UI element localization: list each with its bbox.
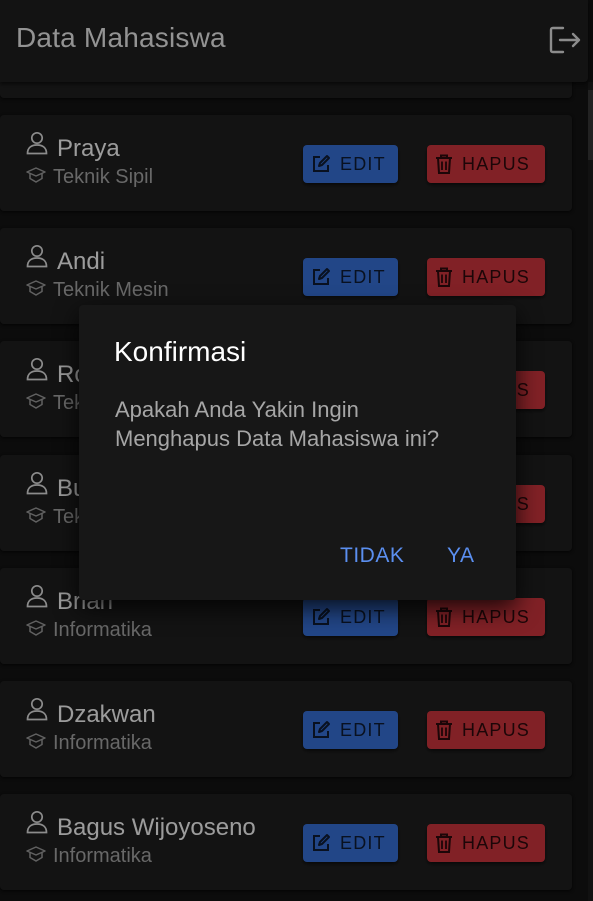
dialog-message: Apakah Anda Yakin Ingin Menghapus Data M… bbox=[115, 397, 440, 451]
confirm-button[interactable]: YA bbox=[447, 544, 474, 568]
dialog-title: Konfirmasi bbox=[114, 336, 247, 367]
confirm-dialog: Konfirmasi Apakah Anda Yakin Ingin Mengh… bbox=[79, 305, 516, 600]
cancel-button[interactable]: TIDAK bbox=[340, 544, 404, 568]
